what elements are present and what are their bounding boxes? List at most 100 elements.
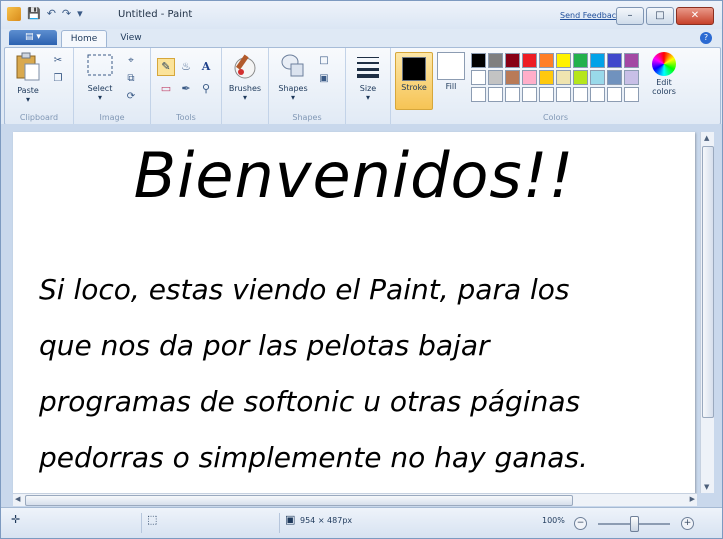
color-swatch[interactable] <box>556 87 571 102</box>
color-swatch[interactable] <box>539 53 554 68</box>
color-swatch[interactable] <box>607 70 622 85</box>
color-swatch[interactable] <box>624 53 639 68</box>
close-button[interactable]: ✕ <box>676 7 714 25</box>
resize-icon[interactable]: ⧉ <box>124 72 138 85</box>
canvas-text-line-4: pedorras o simplemente no hay ganas. <box>39 441 588 474</box>
color-swatch[interactable] <box>607 53 622 68</box>
line-size-icon <box>357 57 379 78</box>
outline-icon[interactable]: □ <box>317 54 331 67</box>
scroll-up-icon[interactable]: ▲ <box>704 134 709 142</box>
undo-icon[interactable]: ↶ <box>47 7 56 21</box>
color-swatch[interactable] <box>590 87 605 102</box>
zoom-out-button[interactable]: − <box>574 517 587 530</box>
color-swatch[interactable] <box>556 70 571 85</box>
edit-colors-button[interactable]: Edit colors <box>646 52 682 96</box>
scroll-down-icon[interactable]: ▼ <box>704 483 709 491</box>
color-swatch[interactable] <box>590 70 605 85</box>
scroll-right-icon[interactable]: ▶ <box>690 495 695 503</box>
tab-view[interactable]: View <box>111 30 151 46</box>
color-swatch[interactable] <box>556 53 571 68</box>
color-swatch[interactable] <box>573 53 588 68</box>
color-swatch[interactable] <box>624 70 639 85</box>
color-swatch[interactable] <box>471 70 486 85</box>
size-button[interactable]: Size ▾ <box>350 52 386 102</box>
zoom-in-button[interactable]: + <box>681 517 694 530</box>
rotate-icon[interactable]: ⟳ <box>124 90 138 103</box>
brushes-button[interactable]: Brushes ▾ <box>227 52 263 102</box>
vertical-scrollbar[interactable]: ▲ ▼ <box>700 132 714 493</box>
color-swatch[interactable] <box>471 87 486 102</box>
color-swatch[interactable] <box>590 53 605 68</box>
magnifier-icon[interactable]: ⚲ <box>197 80 215 98</box>
select-button[interactable]: Select ▾ <box>82 52 118 102</box>
selection-size-icon: ⬚ <box>147 513 158 526</box>
paint-menu-button[interactable]: ▤ ▾ <box>9 30 57 45</box>
tab-home[interactable]: Home <box>61 30 107 47</box>
minimize-button[interactable]: – <box>616 7 644 25</box>
select-label: Select <box>87 84 113 93</box>
zoom-slider-thumb[interactable] <box>630 516 639 532</box>
color-swatch[interactable] <box>573 70 588 85</box>
color-swatch[interactable] <box>522 87 537 102</box>
save-icon[interactable]: 💾 <box>27 7 41 21</box>
color-swatch[interactable] <box>488 53 503 68</box>
color-swatch[interactable] <box>607 87 622 102</box>
shapes-dropdown-icon: ▾ <box>290 93 295 102</box>
color-picker-icon[interactable]: ✒ <box>177 80 195 98</box>
maximize-button[interactable]: □ <box>646 7 674 25</box>
size-label: Size <box>359 84 377 93</box>
paint-window: 💾 ↶ ↷ ▾ Untitled - Paint Send Feedback –… <box>0 0 723 539</box>
horizontal-scroll-thumb[interactable] <box>25 495 573 506</box>
color-swatch[interactable] <box>505 70 520 85</box>
group-size: Size ▾ <box>346 48 391 124</box>
paste-label: Paste <box>17 86 39 95</box>
color-swatch[interactable] <box>624 87 639 102</box>
color-swatch[interactable] <box>539 87 554 102</box>
color-swatch[interactable] <box>522 70 537 85</box>
pencil-icon[interactable]: ✎ <box>157 58 175 76</box>
select-dropdown-icon: ▾ <box>97 93 102 102</box>
color-swatch[interactable] <box>488 87 503 102</box>
vertical-scroll-thumb[interactable] <box>702 146 714 418</box>
ribbon: Paste ▾ ✂ ❐ Clipboard Select ▾ ⌖ ⧉ ⟳ Ima… <box>4 47 721 125</box>
horizontal-scrollbar[interactable]: ◀ ▶ <box>13 493 697 506</box>
group-brushes: Brushes ▾ <box>222 48 269 124</box>
tools-group-label: Tools <box>176 113 196 122</box>
eraser-icon[interactable]: ▭ <box>157 80 175 98</box>
group-clipboard: Paste ▾ ✂ ❐ Clipboard <box>5 48 74 124</box>
customize-toolbar-icon[interactable]: ▾ <box>77 7 83 21</box>
fill-color-button[interactable]: Fill <box>435 52 467 91</box>
color-swatch[interactable] <box>539 70 554 85</box>
drawing-canvas[interactable]: Bienvenidos!! Si loco, estas viendo el P… <box>13 132 695 493</box>
color-swatch[interactable] <box>471 53 486 68</box>
help-icon[interactable]: ? <box>700 32 712 44</box>
zoom-level: 100% <box>542 516 565 525</box>
copy-icon[interactable]: ❐ <box>51 72 65 85</box>
shape-fill-icon[interactable]: ▣ <box>317 72 331 85</box>
fill-bucket-icon[interactable]: ♨ <box>177 58 195 76</box>
scroll-left-icon[interactable]: ◀ <box>15 495 20 503</box>
paste-icon <box>16 52 40 81</box>
crop-icon[interactable]: ⌖ <box>124 54 138 67</box>
status-bar: ✛ ⬚ ▣ 954 × 487px 100% − + <box>1 507 722 538</box>
shapes-group-label: Shapes <box>292 113 322 122</box>
quick-access-toolbar: 💾 ↶ ↷ ▾ <box>7 7 83 21</box>
send-feedback-link[interactable]: Send Feedback <box>560 11 621 20</box>
color-swatch[interactable] <box>573 87 588 102</box>
edit-colors-label-2: colors <box>652 87 676 96</box>
color-swatch[interactable] <box>488 70 503 85</box>
group-image: Select ▾ ⌖ ⧉ ⟳ Image <box>74 48 151 124</box>
paste-button[interactable]: Paste ▾ <box>13 52 43 104</box>
redo-icon[interactable]: ↷ <box>62 7 71 21</box>
shapes-label: Shapes <box>278 84 308 93</box>
image-dimensions: 954 × 487px <box>300 516 353 525</box>
cut-icon[interactable]: ✂ <box>51 54 65 67</box>
shapes-button[interactable]: Shapes ▾ <box>275 52 311 102</box>
stroke-color-button[interactable]: Stroke <box>395 52 433 110</box>
color-swatch[interactable] <box>505 87 520 102</box>
colors-group-label: Colors <box>542 113 569 122</box>
color-swatch[interactable] <box>505 53 520 68</box>
paint-app-icon[interactable] <box>7 7 21 21</box>
text-tool-icon[interactable]: A <box>197 58 215 76</box>
color-swatch[interactable] <box>522 53 537 68</box>
